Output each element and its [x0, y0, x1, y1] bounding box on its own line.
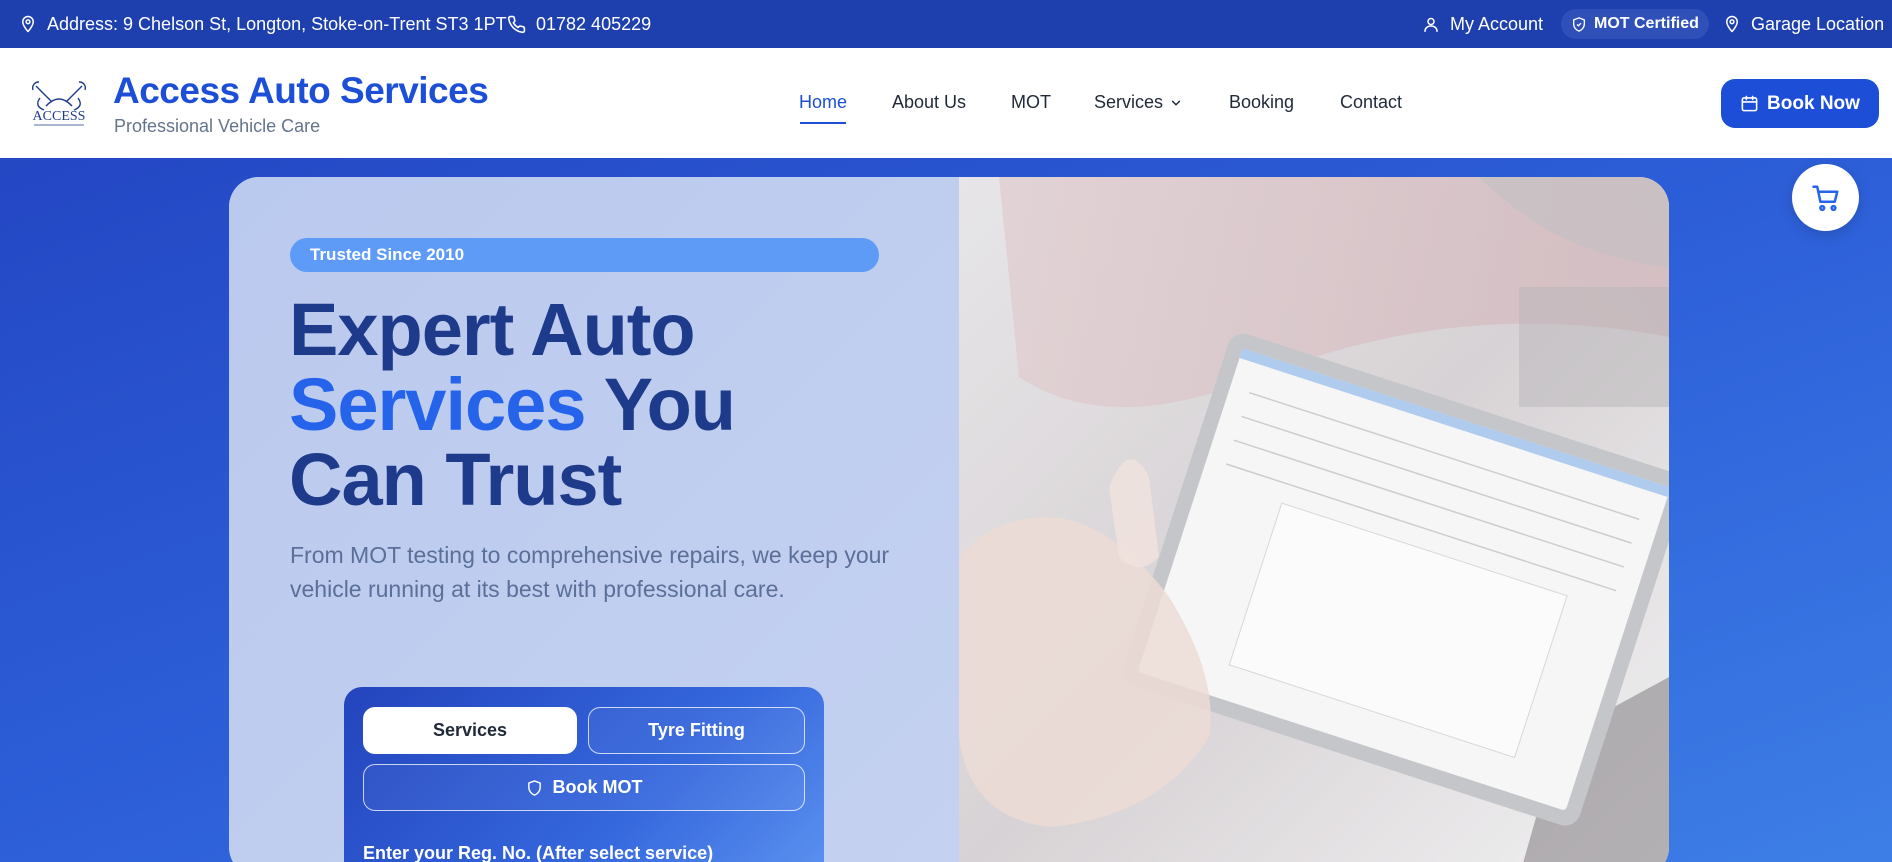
garage-location-label: Garage Location [1751, 13, 1885, 34]
nav-about-label: About Us [892, 92, 967, 112]
hero-image [959, 177, 1669, 862]
chevron-down-icon [1169, 96, 1183, 110]
tab-tyre-fitting[interactable]: Tyre Fitting [588, 707, 805, 754]
tab-services-label: Services [432, 720, 508, 740]
nav-mot-label: MOT [1011, 92, 1051, 112]
heading-line-1: Expert Auto [289, 288, 696, 371]
nav-about-us[interactable]: About Us [892, 92, 966, 113]
top-bar: Address: 9 Chelson St, Longton, Stoke-on… [0, 0, 1892, 48]
shield-icon [1571, 16, 1587, 33]
tab-tyre-label: Tyre Fitting [648, 720, 745, 740]
my-account-link[interactable]: My Account [1422, 0, 1543, 48]
book-now-button[interactable]: Book Now [1721, 79, 1879, 128]
nav-mot[interactable]: MOT [1011, 92, 1051, 113]
phone-text: 01782 405229 [536, 13, 652, 34]
my-account-label: My Account [1450, 13, 1544, 34]
map-pin-icon [19, 14, 37, 34]
nav-booking-label: Booking [1229, 92, 1295, 112]
mot-certified-label: MOT Certified [1594, 15, 1699, 32]
nav-booking[interactable]: Booking [1229, 92, 1294, 113]
hero-card: Trusted Since 2010 Expert Auto Services … [229, 177, 1669, 862]
cart-icon [1810, 183, 1842, 213]
nav-active-indicator [800, 122, 846, 124]
site-logo[interactable]: ACCESS [26, 76, 92, 130]
heading-highlight: Services [289, 363, 586, 446]
hero-heading: Expert Auto Services You Can Trust [289, 288, 736, 521]
heading-line-2: Services You [289, 367, 736, 442]
mot-certified-badge: MOT Certified [1561, 9, 1709, 39]
phone-icon [507, 15, 526, 34]
svg-text:ACCESS: ACCESS [33, 109, 86, 124]
address-text: Address: 9 Chelson St, Longton, Stoke-on… [47, 13, 507, 34]
nav-contact-label: Contact [1340, 92, 1403, 112]
heading-line-2-rest: You [585, 363, 736, 446]
cart-button[interactable] [1792, 164, 1859, 231]
nav-home-label: Home [799, 92, 848, 112]
brand-tagline: Professional Vehicle Care [114, 116, 321, 136]
garage-location-link[interactable]: Garage Location [1723, 0, 1884, 48]
book-mot-button[interactable]: Book MOT [363, 764, 805, 811]
tab-services[interactable]: Services [363, 707, 577, 754]
heading-line-3: Can Trust [289, 438, 622, 521]
hero-content: Trusted Since 2010 Expert Auto Services … [229, 177, 959, 862]
reg-number-label: Enter your Reg. No. (After select servic… [363, 843, 714, 862]
brand-name[interactable]: Access Auto Services [113, 70, 489, 112]
shield-icon [526, 779, 543, 797]
book-now-label: Book Now [1767, 92, 1860, 114]
user-icon [1422, 15, 1440, 34]
wrench-logo-icon: ACCESS [31, 81, 87, 126]
book-mot-label: Book MOT [552, 777, 643, 797]
nav-contact[interactable]: Contact [1340, 92, 1402, 113]
phone-info[interactable]: 01782 405229 [507, 0, 651, 48]
booking-widget: Services Tyre Fitting Book MOT Enter you… [344, 687, 824, 862]
trusted-badge: Trusted Since 2010 [290, 238, 879, 272]
calendar-icon [1740, 94, 1759, 113]
address-info: Address: 9 Chelson St, Longton, Stoke-on… [19, 0, 507, 48]
mechanic-tablet-illustration [959, 177, 1669, 862]
site-header: ACCESS Access Auto Services Professional… [0, 48, 1892, 158]
nav-services-label: Services [1094, 92, 1164, 112]
map-pin-icon [1723, 14, 1741, 34]
nav-home[interactable]: Home [799, 92, 847, 113]
nav-services[interactable]: Services [1094, 92, 1183, 113]
hero-description: From MOT testing to comprehensive repair… [290, 542, 890, 602]
